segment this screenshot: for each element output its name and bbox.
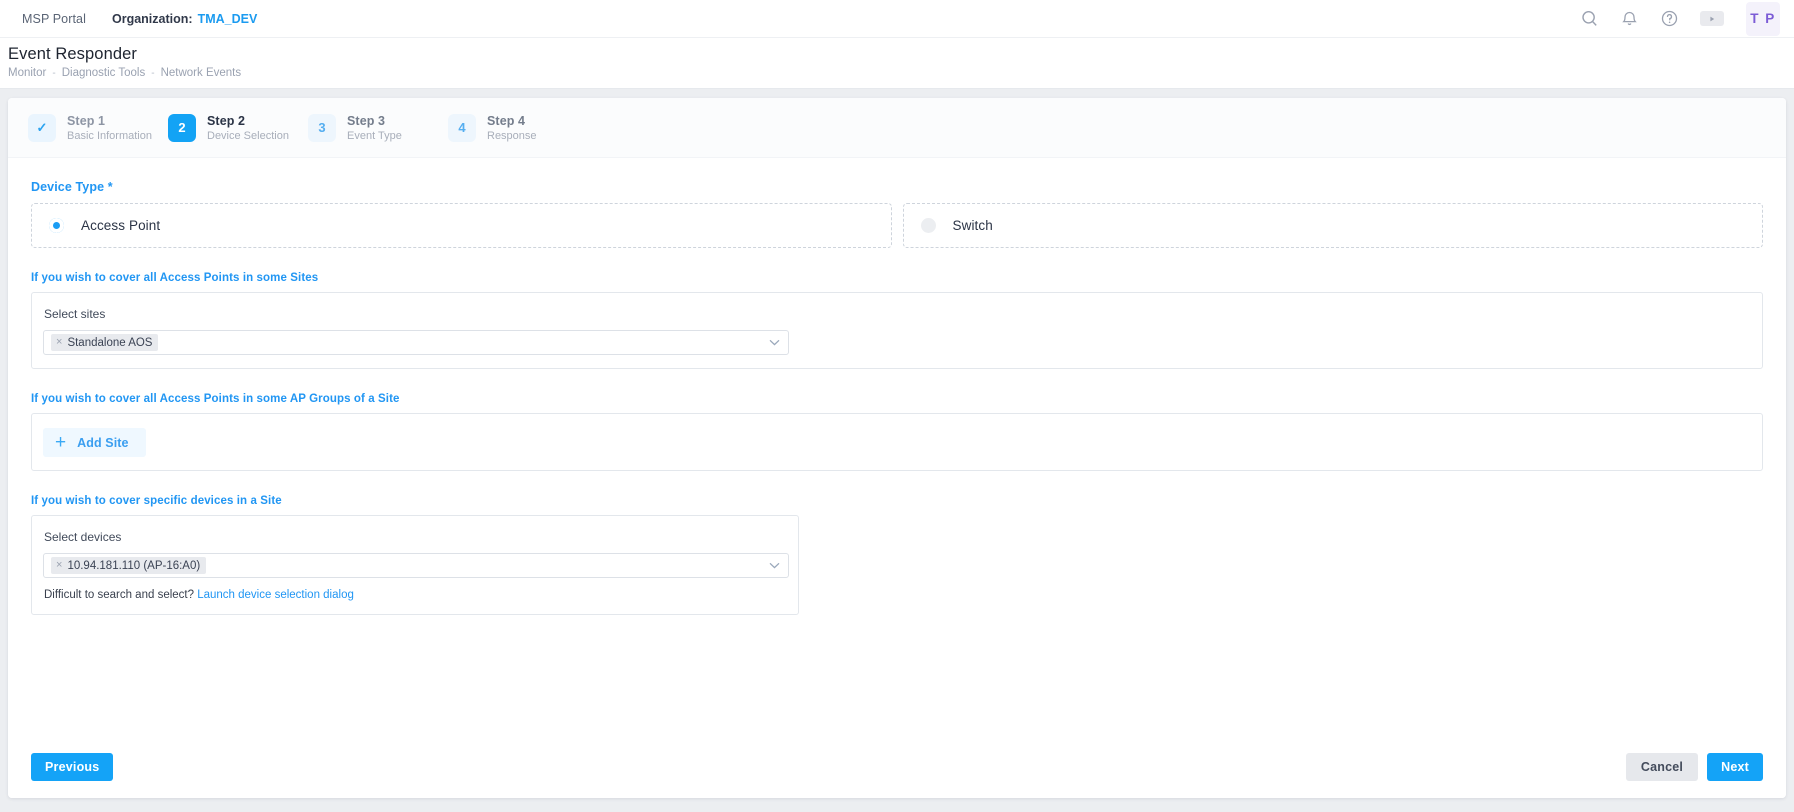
remove-tag-icon[interactable]: × [56, 560, 62, 571]
plus-icon: + [55, 433, 66, 452]
topbar-left-group: MSP Portal Organization: TMA_DEV [22, 12, 257, 26]
wizard-footer: Previous Cancel Next [8, 736, 1786, 798]
step-1-badge-check-icon: ✓ [28, 114, 56, 142]
breadcrumb: Monitor - Diagnostic Tools - Network Eve… [8, 67, 1794, 79]
select-devices-label: Select devices [43, 530, 787, 544]
step-2-sub: Device Selection [207, 130, 289, 142]
add-site-label: Add Site [77, 436, 129, 450]
step-4-text: Step 4 Response [487, 114, 537, 142]
organization-selector[interactable]: Organization: TMA_DEV [112, 12, 257, 26]
stepper-step-4[interactable]: 4 Step 4 Response [448, 114, 588, 142]
stepper-step-3[interactable]: 3 Step 3 Event Type [308, 114, 448, 142]
play-icon[interactable] [1700, 11, 1724, 26]
bell-icon[interactable] [1620, 10, 1638, 28]
stepper-step-1[interactable]: ✓ Step 1 Basic Information [28, 114, 168, 142]
select-devices-panel: Select devices × 10.94.181.110 (AP-16:A0… [31, 515, 799, 615]
radio-label-access-point: Access Point [81, 218, 160, 233]
step-4-name: Step 4 [487, 114, 537, 128]
next-button[interactable]: Next [1707, 753, 1763, 781]
site-tag[interactable]: × Standalone AOS [51, 334, 158, 351]
step-4-badge: 4 [448, 114, 476, 142]
select-devices-input[interactable]: × 10.94.181.110 (AP-16:A0) [43, 553, 789, 578]
add-site-button[interactable]: + Add Site [43, 428, 146, 457]
device-tag-label: 10.94.181.110 (AP-16:A0) [67, 560, 200, 572]
stepper-step-2[interactable]: 2 Step 2 Device Selection [168, 114, 308, 142]
wizard-body: Device Type * Access Point Switch If you… [8, 158, 1786, 615]
page-title: Event Responder [8, 45, 1794, 64]
step-3-text: Step 3 Event Type [347, 114, 402, 142]
remove-tag-icon[interactable]: × [56, 337, 62, 348]
radio-card-access-point[interactable]: Access Point [31, 203, 892, 248]
select-sites-label: Select sites [43, 307, 1751, 321]
chevron-right-icon: - [151, 68, 154, 79]
site-tag-label: Standalone AOS [67, 337, 152, 349]
step-3-badge: 3 [308, 114, 336, 142]
device-helper-text: Difficult to search and select? [44, 589, 194, 601]
step-1-sub: Basic Information [67, 130, 152, 142]
ap-groups-section-hint: If you wish to cover all Access Points i… [31, 393, 1763, 405]
organization-label: Organization: [112, 12, 193, 26]
step-1-name: Step 1 [67, 114, 152, 128]
radio-card-switch[interactable]: Switch [903, 203, 1764, 248]
device-tag[interactable]: × 10.94.181.110 (AP-16:A0) [51, 557, 206, 574]
organization-value[interactable]: TMA_DEV [198, 12, 258, 26]
wizard-card: ✓ Step 1 Basic Information 2 Step 2 Devi… [8, 98, 1786, 798]
step-2-name: Step 2 [207, 114, 289, 128]
previous-button[interactable]: Previous [31, 753, 113, 781]
step-2-badge: 2 [168, 114, 196, 142]
radio-unselected-icon[interactable] [921, 218, 936, 233]
launch-device-selection-dialog-link[interactable]: Launch device selection dialog [197, 589, 354, 601]
avatar[interactable]: T P [1746, 2, 1780, 36]
radio-selected-icon[interactable] [49, 218, 64, 233]
chevron-right-icon: - [52, 68, 55, 79]
cancel-button[interactable]: Cancel [1626, 753, 1698, 781]
chevron-down-icon[interactable] [769, 562, 780, 569]
sites-section-hint: If you wish to cover all Access Points i… [31, 272, 1763, 284]
select-sites-input[interactable]: × Standalone AOS [43, 330, 789, 355]
device-type-radio-group: Access Point Switch [31, 203, 1763, 248]
topbar-right-group: T P [1580, 2, 1780, 36]
select-sites-panel: Select sites × Standalone AOS [31, 292, 1763, 369]
step-4-sub: Response [487, 130, 537, 142]
help-circle-icon[interactable] [1660, 10, 1678, 28]
device-type-label: Device Type * [31, 180, 1763, 194]
search-icon[interactable] [1580, 10, 1598, 28]
radio-label-switch: Switch [953, 218, 993, 233]
top-navigation-bar: MSP Portal Organization: TMA_DEV [0, 0, 1794, 38]
breadcrumb-item-diagnostic-tools[interactable]: Diagnostic Tools [62, 67, 146, 79]
step-2-text: Step 2 Device Selection [207, 114, 289, 142]
step-1-text: Step 1 Basic Information [67, 114, 152, 142]
msp-portal-link[interactable]: MSP Portal [22, 12, 86, 26]
devices-section-hint: If you wish to cover specific devices in… [31, 495, 1763, 507]
ap-groups-panel: + Add Site [31, 413, 1763, 471]
device-helper-row: Difficult to search and select? Launch d… [43, 589, 787, 601]
breadcrumb-item-network-events[interactable]: Network Events [161, 67, 242, 79]
step-3-name: Step 3 [347, 114, 402, 128]
wizard-stepper: ✓ Step 1 Basic Information 2 Step 2 Devi… [8, 98, 1786, 158]
page-header: Event Responder Monitor - Diagnostic Too… [0, 38, 1794, 89]
step-3-sub: Event Type [347, 130, 402, 142]
chevron-down-icon[interactable] [769, 339, 780, 346]
breadcrumb-item-monitor[interactable]: Monitor [8, 67, 46, 79]
footer-right-group: Cancel Next [1626, 753, 1763, 781]
